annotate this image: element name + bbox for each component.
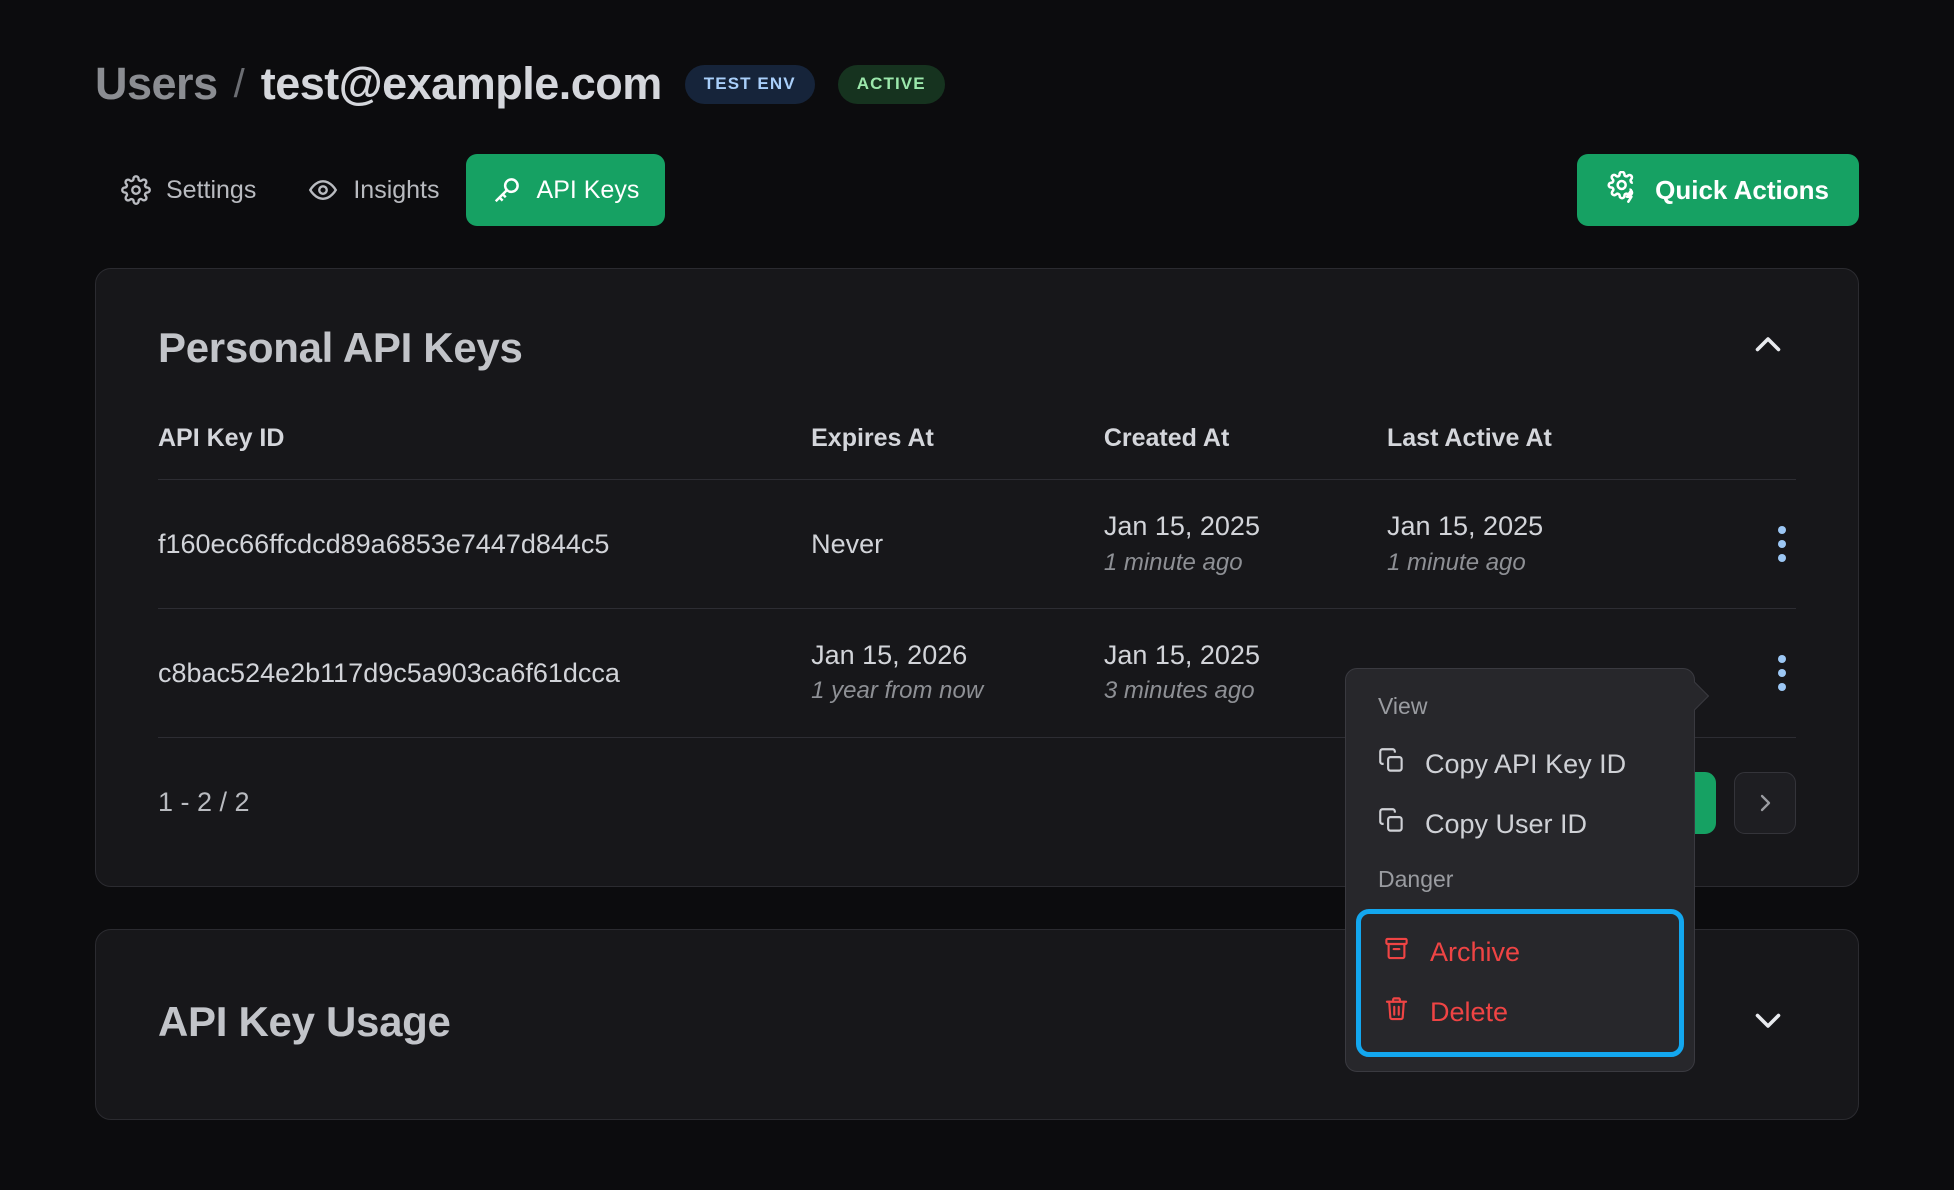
cell-api-key-id: c8bac524e2b117d9c5a903ca6f61dcca <box>158 608 812 738</box>
tab-settings-label: Settings <box>166 175 257 204</box>
quick-actions-label: Quick Actions <box>1655 174 1829 205</box>
menu-item-archive-label: Archive <box>1430 936 1521 967</box>
cell-last-active-at: Jan 15, 2025 1 minute ago <box>1386 479 1709 609</box>
tab-insights-label: Insights <box>353 175 440 204</box>
column-header-created-at: Created At <box>1103 424 1387 480</box>
breadcrumb: Users / test@example.com TEST ENV ACTIVE <box>95 0 1859 110</box>
cell-expires-at: Never <box>811 479 1104 609</box>
tab-bar: Settings Insights API Keys Quick Actions <box>95 154 1859 226</box>
row-actions-menu-button[interactable] <box>1768 649 1796 697</box>
pagination-range: 1 - 2 / 2 <box>158 787 250 818</box>
gear-bolt-icon <box>1607 170 1639 210</box>
api-key-id-value: f160ec66ffcdcd89a6853e7447d844c5 <box>158 528 610 559</box>
created-at-value: Jan 15, 2025 <box>1103 511 1260 541</box>
row-context-menu: View Copy API Key ID Copy User ID Danger <box>1345 668 1710 1072</box>
menu-item-copy-user-id[interactable]: Copy User ID <box>1346 794 1694 854</box>
created-at-value: Jan 15, 2025 <box>1103 639 1260 670</box>
created-at-relative: 1 minute ago <box>1103 548 1243 576</box>
key-icon <box>492 175 522 205</box>
chevron-down-icon[interactable] <box>1740 996 1796 1049</box>
menu-item-copy-user-id-label: Copy User ID <box>1425 808 1588 839</box>
pagination-next-button[interactable] <box>1734 771 1796 834</box>
chevron-up-icon[interactable] <box>1740 321 1796 374</box>
context-menu-section-danger: Danger <box>1378 866 1454 892</box>
gear-icon <box>121 175 151 205</box>
cell-api-key-id: f160ec66ffcdcd89a6853e7447d844c5 <box>158 479 812 609</box>
api-keys-table-head: API Key ID Expires At Created At Last Ac… <box>158 424 1796 480</box>
menu-item-copy-api-key-id-label: Copy API Key ID <box>1425 748 1627 779</box>
tab-settings[interactable]: Settings <box>95 154 282 226</box>
table-row: f160ec66ffcdcd89a6853e7447d844c5 Never J… <box>158 479 1796 609</box>
trash-icon <box>1383 995 1410 1029</box>
copy-icon <box>1378 747 1405 781</box>
quick-actions-button[interactable]: Quick Actions <box>1577 154 1859 226</box>
last-active-value: Jan 15, 2025 <box>1386 511 1544 541</box>
breadcrumb-separator: / <box>233 61 245 106</box>
archive-icon <box>1383 935 1410 969</box>
breadcrumb-users-link[interactable]: Users <box>95 58 218 110</box>
row-actions-menu-button[interactable] <box>1768 520 1796 568</box>
tab-insights[interactable]: Insights <box>282 154 465 226</box>
cell-created-at: Jan 15, 2025 1 minute ago <box>1103 479 1387 609</box>
cell-expires-at: Jan 15, 2026 1 year from now <box>811 608 1104 738</box>
expires-at-value: Never <box>811 528 884 559</box>
personal-api-keys-header: Personal API Keys <box>158 269 1796 374</box>
menu-item-copy-api-key-id[interactable]: Copy API Key ID <box>1346 734 1694 794</box>
cell-row-actions <box>1708 608 1796 738</box>
context-menu-section-view: View <box>1378 693 1428 719</box>
table-header-row: API Key ID Expires At Created At Last Ac… <box>158 424 1796 480</box>
copy-icon <box>1378 807 1405 841</box>
column-header-actions <box>1708 424 1796 480</box>
last-active-relative: 1 minute ago <box>1386 548 1526 576</box>
menu-item-delete[interactable]: Delete <box>1361 982 1679 1042</box>
badge-test-env: TEST ENV <box>684 64 815 104</box>
context-menu-danger-group-highlight: Archive Delete <box>1356 909 1684 1057</box>
expires-at-value: Jan 15, 2026 <box>811 639 968 670</box>
personal-api-keys-title: Personal API Keys <box>158 323 523 371</box>
column-header-last-active: Last Active At <box>1386 424 1709 480</box>
tab-api-keys[interactable]: API Keys <box>465 154 666 226</box>
status-badge: ACTIVE <box>837 64 945 104</box>
menu-item-delete-label: Delete <box>1430 996 1509 1027</box>
column-header-api-key-id: API Key ID <box>158 424 812 480</box>
api-key-usage-title: API Key Usage <box>158 998 451 1046</box>
page-root: Users / test@example.com TEST ENV ACTIVE… <box>0 0 1954 1190</box>
column-header-expires-at: Expires At <box>811 424 1104 480</box>
api-key-id-value: c8bac524e2b117d9c5a903ca6f61dcca <box>158 657 620 688</box>
page-title: test@example.com <box>260 58 663 109</box>
tab-api-keys-label: API Keys <box>536 175 640 204</box>
eye-icon <box>308 175 338 205</box>
menu-item-archive[interactable]: Archive <box>1361 922 1679 982</box>
expires-at-relative: 1 year from now <box>811 677 984 705</box>
cell-row-actions <box>1708 479 1796 609</box>
